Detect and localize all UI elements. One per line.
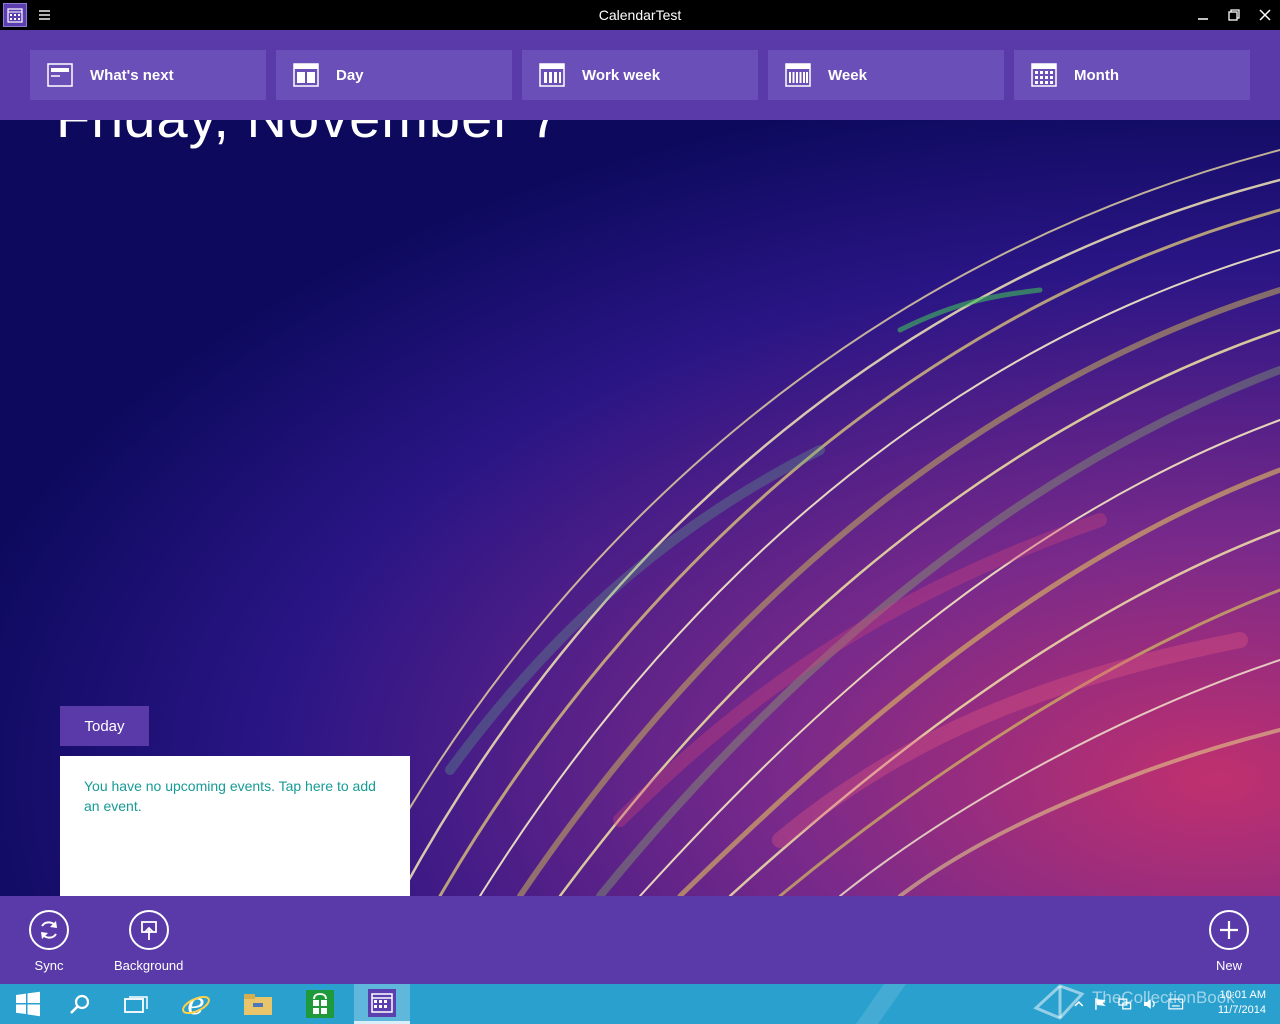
internet-explorer-button[interactable]: e	[168, 984, 224, 1024]
svg-text:e: e	[187, 989, 205, 1019]
network-icon[interactable]	[1117, 997, 1133, 1011]
calendar-app-taskbar-icon	[368, 988, 396, 1017]
action-center-flag-icon[interactable]	[1094, 997, 1108, 1011]
no-events-message[interactable]: You have no upcoming events. Tap here to…	[84, 776, 386, 816]
nav-label: What's next	[90, 66, 174, 84]
date-heading: Friday, November 7	[56, 120, 562, 146]
week-view-icon	[784, 63, 812, 87]
nav-label: Month	[1074, 66, 1119, 84]
clock[interactable]: 10:01 AM 11/7/2014	[1218, 988, 1266, 1018]
minimize-button[interactable]	[1187, 0, 1219, 30]
taskbar-decoration	[855, 984, 907, 1024]
tray-overflow-icon[interactable]	[1074, 999, 1084, 1009]
background-button[interactable]: Background	[114, 910, 183, 973]
file-explorer-button[interactable]	[230, 984, 286, 1024]
title-bar: CalendarTest	[0, 0, 1280, 30]
sync-icon	[29, 910, 69, 950]
calendar-test-taskbar-button[interactable]	[354, 984, 410, 1024]
whats-next-icon	[46, 63, 74, 87]
nav-label: Work week	[582, 66, 661, 84]
store-icon	[306, 990, 334, 1018]
nav-label: Week	[828, 66, 867, 84]
app-bar: Sync Background New	[0, 896, 1280, 984]
sync-button[interactable]: Sync	[29, 910, 69, 973]
nav-label: Day	[336, 66, 364, 84]
nav-work-week-button[interactable]: Work week	[522, 50, 758, 100]
search-icon	[70, 994, 90, 1014]
background-icon	[128, 910, 169, 950]
nav-week-button[interactable]: Week	[768, 50, 1004, 100]
new-event-button[interactable]: New	[1209, 910, 1249, 973]
system-tray	[1074, 996, 1184, 1012]
start-button[interactable]	[0, 984, 56, 1024]
nav-month-button[interactable]: Month	[1014, 50, 1250, 100]
clock-time: 10:01 AM	[1219, 989, 1266, 1001]
work-week-icon	[538, 63, 566, 87]
search-button[interactable]	[52, 984, 108, 1024]
new-label: New	[1215, 958, 1242, 973]
folder-icon	[244, 994, 272, 1015]
taskbar: e TheCollectionBook 10:01 AM 11/7/2014	[0, 984, 1280, 1024]
task-view-button[interactable]	[108, 984, 164, 1024]
clock-date: 11/7/2014	[1217, 1004, 1266, 1016]
close-button[interactable]	[1249, 0, 1280, 30]
plus-icon	[1209, 910, 1249, 950]
restore-button[interactable]	[1218, 0, 1250, 30]
task-view-icon	[124, 996, 148, 1013]
today-button[interactable]: Today	[60, 706, 149, 746]
upcoming-events-card[interactable]: You have no upcoming events. Tap here to…	[60, 756, 410, 896]
volume-icon[interactable]	[1143, 997, 1159, 1011]
keyboard-icon[interactable]	[1168, 998, 1184, 1010]
background-label: Background	[114, 958, 184, 973]
internet-explorer-icon: e	[182, 989, 210, 1019]
sync-label: Sync	[34, 958, 64, 973]
nav-whats-next-button[interactable]: What's next	[30, 50, 266, 100]
day-view-icon	[292, 63, 320, 87]
month-view-icon	[1030, 63, 1058, 87]
store-button[interactable]	[292, 984, 348, 1024]
window-title: CalendarTest	[598, 7, 682, 23]
windows-logo-icon	[16, 991, 40, 1017]
nav-day-button[interactable]: Day	[276, 50, 512, 100]
view-switcher: What's next Day Work week Week Month	[0, 30, 1280, 120]
